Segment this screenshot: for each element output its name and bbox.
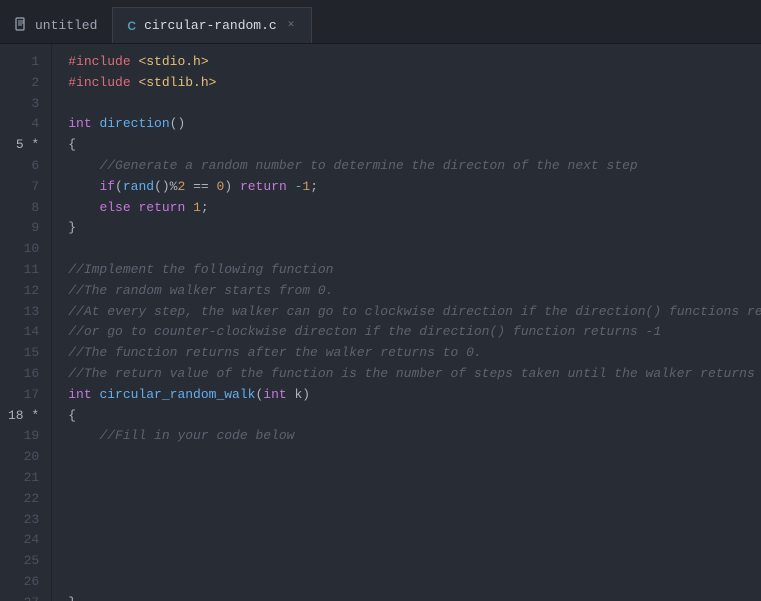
line-num-22: 22 — [8, 489, 39, 510]
tab-bar: untitled C circular-random.c ✕ — [0, 0, 761, 44]
code-line-24 — [68, 530, 761, 551]
line-num-19: 19 — [8, 426, 39, 447]
code-line-2: #include <stdlib.h> — [68, 73, 761, 94]
code-line-1: #include <stdio.h> — [68, 52, 761, 73]
code-line-25 — [68, 551, 761, 572]
code-line-11: //Implement the following function — [68, 260, 761, 281]
code-line-21 — [68, 468, 761, 489]
code-line-18: { — [68, 406, 761, 427]
line-num-2: 2 — [8, 73, 39, 94]
line-num-18: 18 * — [8, 406, 39, 427]
line-num-11: 11 — [8, 260, 39, 281]
line-numbers: 1 2 3 4 5 * 6 7 8 9 10 11 12 13 14 15 16… — [0, 44, 52, 601]
line-num-21: 21 — [8, 468, 39, 489]
code-line-14: //or go to counter-clockwise directon if… — [68, 322, 761, 343]
code-line-16: //The return value of the function is th… — [68, 364, 761, 385]
line-num-15: 15 — [8, 343, 39, 364]
line-num-6: 6 — [8, 156, 39, 177]
line-num-16: 16 — [8, 364, 39, 385]
line-num-3: 3 — [8, 94, 39, 115]
code-line-5: { — [68, 135, 761, 156]
line-num-20: 20 — [8, 447, 39, 468]
code-line-12: //The random walker starts from 0. — [68, 281, 761, 302]
tab-close-icon[interactable]: ✕ — [285, 18, 298, 33]
file-icon — [15, 17, 27, 35]
line-num-13: 13 — [8, 302, 39, 323]
tab-untitled[interactable]: untitled — [0, 7, 112, 43]
app-container: untitled C circular-random.c ✕ 1 2 3 4 5… — [0, 0, 761, 601]
line-num-17: 17 — [8, 385, 39, 406]
c-file-icon: C — [127, 19, 136, 33]
code-line-17: int circular_random_walk(int k) — [68, 385, 761, 406]
code-line-27: } — [68, 593, 761, 601]
code-line-8: else return 1; — [68, 198, 761, 219]
line-num-8: 8 — [8, 198, 39, 219]
code-line-10 — [68, 239, 761, 260]
line-num-10: 10 — [8, 239, 39, 260]
line-num-7: 7 — [8, 177, 39, 198]
line-num-4: 4 — [8, 114, 39, 135]
line-num-1: 1 — [8, 52, 39, 73]
code-line-22 — [68, 489, 761, 510]
code-line-4: int direction() — [68, 114, 761, 135]
code-line-26 — [68, 572, 761, 593]
code-content[interactable]: #include <stdio.h> #include <stdlib.h> i… — [52, 44, 761, 601]
code-line-3 — [68, 94, 761, 115]
code-line-19: //Fill in your code below — [68, 426, 761, 447]
code-line-9: } — [68, 218, 761, 239]
code-line-15: //The function returns after the walker … — [68, 343, 761, 364]
tab-circular-random-label: circular-random.c — [144, 18, 277, 33]
code-line-7: if(rand()%2 == 0) return -1; — [68, 177, 761, 198]
code-line-6: //Generate a random number to determine … — [68, 156, 761, 177]
tab-untitled-label: untitled — [35, 18, 97, 33]
line-num-27: 27 — [8, 593, 39, 601]
line-num-14: 14 — [8, 322, 39, 343]
line-num-26: 26 — [8, 572, 39, 593]
line-num-23: 23 — [8, 510, 39, 531]
code-line-23 — [68, 510, 761, 531]
code-line-13: //At every step, the walker can go to cl… — [68, 302, 761, 323]
line-num-5: 5 * — [8, 135, 39, 156]
line-num-24: 24 — [8, 530, 39, 551]
line-num-12: 12 — [8, 281, 39, 302]
line-num-25: 25 — [8, 551, 39, 572]
tab-circular-random[interactable]: C circular-random.c ✕ — [112, 7, 312, 43]
line-num-9: 9 — [8, 218, 39, 239]
code-line-20 — [68, 447, 761, 468]
editor-area: 1 2 3 4 5 * 6 7 8 9 10 11 12 13 14 15 16… — [0, 44, 761, 601]
